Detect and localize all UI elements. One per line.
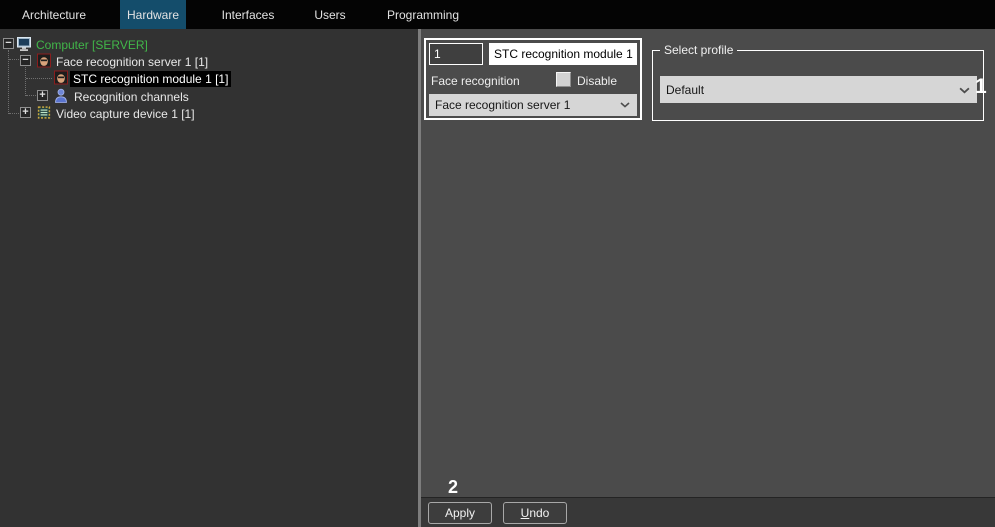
parent-server-select[interactable]: Face recognition server 1 bbox=[429, 94, 637, 116]
expand-toggle[interactable]: + bbox=[37, 90, 48, 101]
module-name-input[interactable] bbox=[489, 43, 637, 65]
tree-node-face-server[interactable]: Face recognition server 1 [1] bbox=[53, 54, 211, 70]
monitor-icon bbox=[17, 37, 31, 51]
apply-button[interactable]: Apply bbox=[428, 502, 492, 524]
tree-row-stc-module: STC recognition module 1 [1] bbox=[0, 70, 418, 87]
expand-toggle[interactable]: + bbox=[20, 107, 31, 118]
tree-node-computer[interactable]: Computer [SERVER] bbox=[33, 37, 151, 53]
chevron-down-icon bbox=[959, 87, 970, 93]
profile-select-value: Default bbox=[666, 82, 705, 97]
profile-select[interactable]: Default bbox=[660, 76, 977, 103]
tree-node-recognition-channels[interactable]: Recognition channels bbox=[71, 89, 192, 105]
face-icon bbox=[37, 53, 51, 68]
person-icon bbox=[55, 88, 67, 103]
disable-label: Disable bbox=[577, 74, 618, 88]
callout-2: 2 bbox=[448, 477, 459, 497]
tab-programming[interactable]: Programming bbox=[380, 0, 466, 29]
tab-hardware[interactable]: Hardware bbox=[120, 0, 186, 29]
undo-button-label: Undo bbox=[520, 506, 550, 520]
tree-row-computer: − Computer [SERVER] bbox=[0, 36, 418, 53]
tree-row-recognition-channels: + Recognition channels bbox=[0, 88, 418, 105]
application-window: Architecture Hardware Interfaces Users P… bbox=[0, 0, 995, 527]
tab-architecture[interactable]: Architecture bbox=[8, 0, 100, 29]
tree-row-video-capture: + Video capture device 1 [1] bbox=[0, 105, 418, 122]
tab-users[interactable]: Users bbox=[300, 0, 360, 29]
tree-node-video-capture[interactable]: Video capture device 1 [1] bbox=[53, 106, 198, 122]
top-tab-bar: Architecture Hardware Interfaces Users P… bbox=[0, 0, 995, 29]
parent-server-value: Face recognition server 1 bbox=[435, 98, 571, 112]
face-icon bbox=[54, 70, 68, 85]
tab-interfaces[interactable]: Interfaces bbox=[208, 0, 288, 29]
apply-button-label: Apply bbox=[444, 506, 476, 520]
chip-icon bbox=[37, 106, 51, 119]
select-profile-label: Select profile bbox=[660, 43, 738, 57]
chevron-down-icon bbox=[620, 102, 630, 108]
tree-row-face-server: − Face recognition server 1 [1] bbox=[0, 53, 418, 70]
module-type-label: Face recognition bbox=[431, 74, 520, 88]
tree-node-stc-module[interactable]: STC recognition module 1 [1] bbox=[70, 71, 232, 87]
callout-1: 1 bbox=[975, 75, 987, 98]
module-id-input[interactable] bbox=[429, 43, 483, 65]
collapse-toggle[interactable]: − bbox=[20, 55, 31, 66]
undo-button[interactable]: Undo bbox=[503, 502, 567, 524]
disable-checkbox[interactable] bbox=[556, 72, 571, 87]
collapse-toggle[interactable]: − bbox=[3, 38, 14, 49]
